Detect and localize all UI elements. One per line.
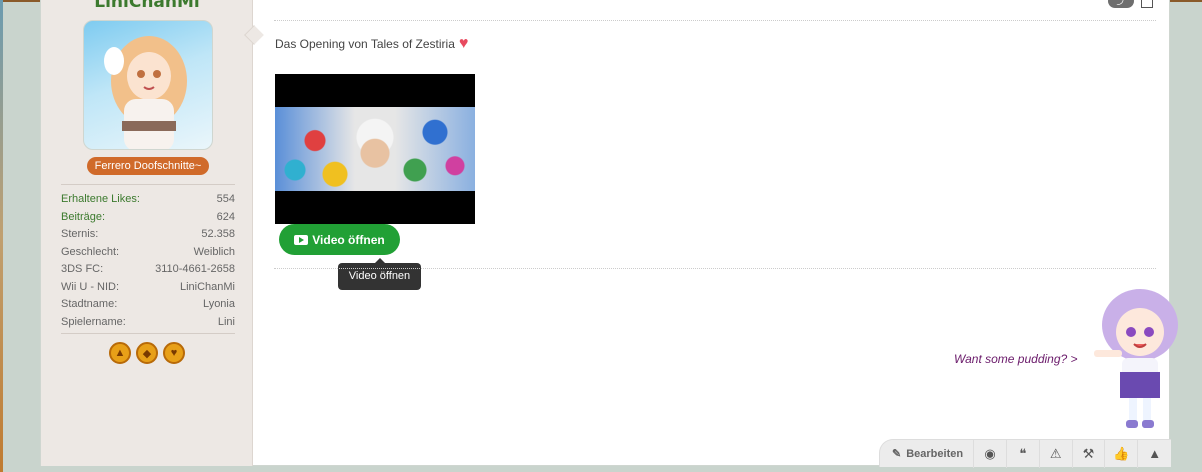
tree-icon[interactable]: ▲ xyxy=(109,342,131,364)
stat-row-likes: Erhaltene Likes: 554 xyxy=(61,191,235,209)
stat-value: Weiblich xyxy=(193,245,235,258)
post-header-divider xyxy=(274,20,1156,21)
open-video-label: Video öffnen xyxy=(312,232,385,247)
video-frame xyxy=(275,107,475,191)
trophy-list: ▲ ◆ ♥ xyxy=(109,342,185,364)
pencil-icon: ✎ xyxy=(892,448,902,460)
signature-divider xyxy=(274,268,1156,269)
stat-row-gender: Geschlecht: Weiblich xyxy=(61,244,235,262)
user-sidebar: LiniChanMi Ferrero Doofschnitte~ Erhalte… xyxy=(41,0,253,466)
user-avatar[interactable] xyxy=(83,20,213,150)
globe-icon[interactable]: ◉ xyxy=(974,439,1007,468)
select-checkbox[interactable] xyxy=(1141,0,1153,8)
stat-label[interactable]: Erhaltene Likes: xyxy=(61,191,140,209)
hammer-icon[interactable]: ⚒ xyxy=(1073,439,1106,468)
video-thumbnail[interactable] xyxy=(275,74,475,224)
stat-value: LiniChanMi xyxy=(179,280,235,293)
signature-image xyxy=(1094,289,1178,428)
stat-value: Lyonia xyxy=(202,298,235,310)
stats-divider xyxy=(61,333,235,334)
stat-label[interactable]: Beiträge: xyxy=(61,209,105,227)
youtube-icon xyxy=(294,234,309,245)
stat-label: Geschlecht: xyxy=(61,245,120,258)
stat-row-player: Spielername: Lini xyxy=(61,314,235,332)
edit-button[interactable]: ✎ Bearbeiten xyxy=(880,439,975,468)
stat-value: Lini xyxy=(217,315,235,328)
post-content: ⤴ Das Opening von Tales of Zestiria ♥ Vi… xyxy=(274,0,1178,466)
stat-label: Spielername: xyxy=(61,315,126,328)
edit-label: Bearbeiten xyxy=(906,447,964,460)
stat-label: 3DS FC: xyxy=(61,263,104,275)
stat-row-sternis: Sternis: 52.358 xyxy=(61,226,235,244)
signature-text: Want some pudding? > xyxy=(954,352,1078,366)
stat-label: Stadtname: xyxy=(61,298,118,310)
username[interactable]: LiniChanMi xyxy=(41,0,253,12)
stat-row-wiiu-nid: Wii U - NID: LiniChanMi xyxy=(61,279,235,297)
share-badge-icon[interactable]: ⤴ xyxy=(1108,0,1134,8)
forum-post: LiniChanMi Ferrero Doofschnitte~ Erhalte… xyxy=(40,0,1178,468)
post-action-bar: ✎ Bearbeiten ◉ ❝ ⚠ ⚒ 👍 ▲ xyxy=(879,439,1171,468)
quote-icon[interactable]: ❝ xyxy=(1007,439,1040,468)
stat-value: 52.358 xyxy=(201,228,235,240)
avatar-illustration xyxy=(104,36,187,149)
stat-value: 554 xyxy=(216,193,235,205)
stat-label: Wii U - NID: xyxy=(61,280,120,293)
heart-icon[interactable]: ♥ xyxy=(163,342,185,364)
arrow-up-icon[interactable]: ▲ xyxy=(1138,440,1171,468)
stat-row-3ds-fc: 3DS FC: 3110-4661-2658 xyxy=(61,261,235,279)
stat-row-posts: Beiträge: 624 xyxy=(61,209,235,227)
stat-value: 624 xyxy=(216,210,235,223)
warning-icon[interactable]: ⚠ xyxy=(1040,439,1073,468)
stat-row-town: Stadtname: Lyonia xyxy=(61,296,235,314)
rank-badge: Ferrero Doofschnitte~ xyxy=(87,157,209,175)
stat-label: Sternis: xyxy=(61,228,99,240)
page-background-left xyxy=(0,0,3,472)
post-text: Das Opening von Tales of Zestiria xyxy=(275,37,455,51)
user-stats: Erhaltene Likes: 554 Beiträge: 624 Stern… xyxy=(61,184,235,331)
heart-icon: ♥ xyxy=(458,35,469,52)
stat-value: 3110-4661-2658 xyxy=(155,263,235,275)
thumbs-up-icon[interactable]: 👍 xyxy=(1105,439,1139,468)
open-video-button[interactable]: Video öffnen xyxy=(279,224,400,255)
post-message: Das Opening von Tales of Zestiria ♥ xyxy=(275,35,469,52)
bell-icon[interactable]: ◆ xyxy=(136,342,158,364)
